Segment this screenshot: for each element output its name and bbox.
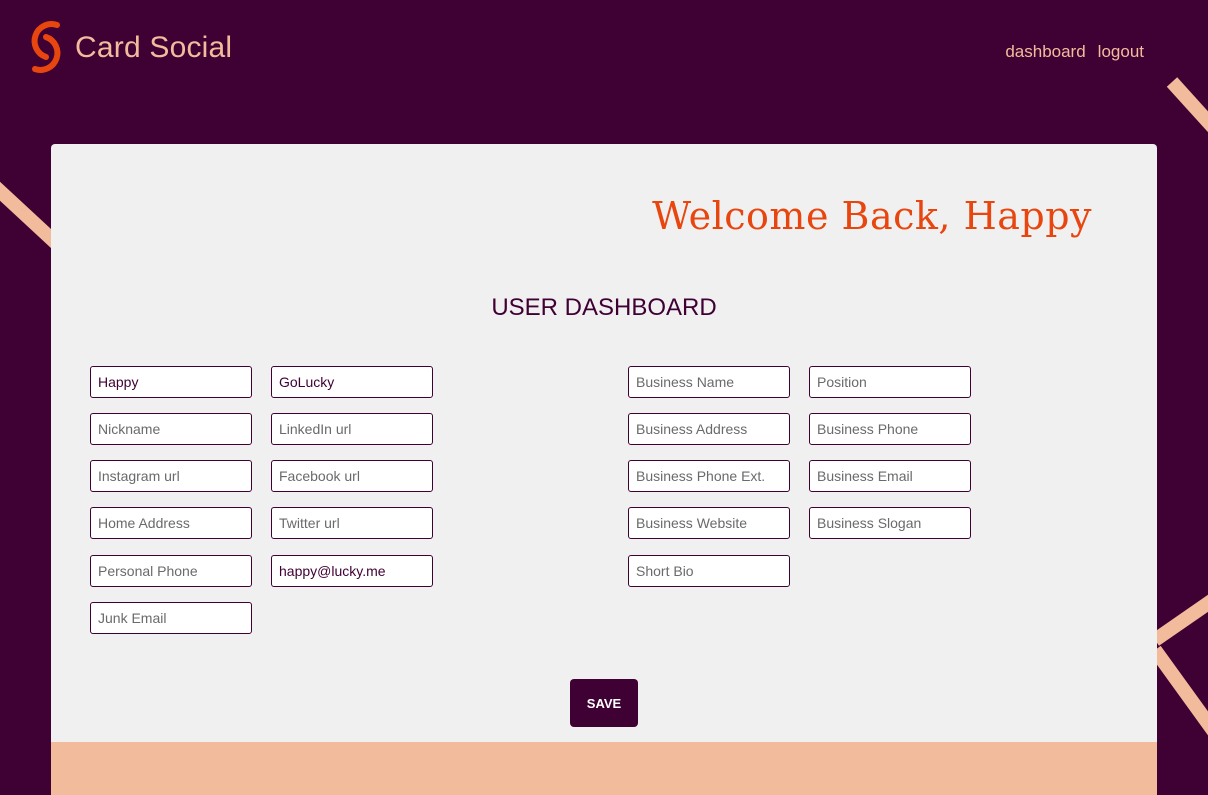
home-address-input[interactable] [90,507,252,539]
welcome-heading: Welcome Back, Happy [652,194,1092,238]
first-name-input[interactable] [90,366,252,398]
email-input[interactable] [271,555,433,587]
business-website-input[interactable] [628,507,790,539]
twitter-url-input[interactable] [271,507,433,539]
business-address-input[interactable] [628,413,790,445]
business-phone-input[interactable] [809,413,971,445]
brand-name[interactable]: Card Social [75,31,232,65]
top-nav: dashboard logout [1005,42,1144,62]
dashboard-card: Welcome Back, Happy USER DASHBOARD SAVE [51,144,1157,742]
page-title: USER DASHBOARD [491,294,717,321]
save-button[interactable]: SAVE [570,679,638,727]
nav-dashboard-link[interactable]: dashboard [1005,42,1085,62]
facebook-url-input[interactable] [271,460,433,492]
card-social-logo-icon[interactable] [24,17,68,77]
nickname-input[interactable] [90,413,252,445]
business-phone-ext-input[interactable] [628,460,790,492]
top-header: Card Social dashboard logout [0,0,1208,100]
footer-band [51,742,1157,795]
linkedin-url-input[interactable] [271,413,433,445]
business-name-input[interactable] [628,366,790,398]
short-bio-input[interactable] [628,555,790,587]
personal-phone-input[interactable] [90,555,252,587]
business-email-input[interactable] [809,460,971,492]
last-name-input[interactable] [271,366,433,398]
nav-logout-link[interactable]: logout [1098,42,1144,62]
instagram-url-input[interactable] [90,460,252,492]
junk-email-input[interactable] [90,602,252,634]
position-input[interactable] [809,366,971,398]
business-slogan-input[interactable] [809,507,971,539]
